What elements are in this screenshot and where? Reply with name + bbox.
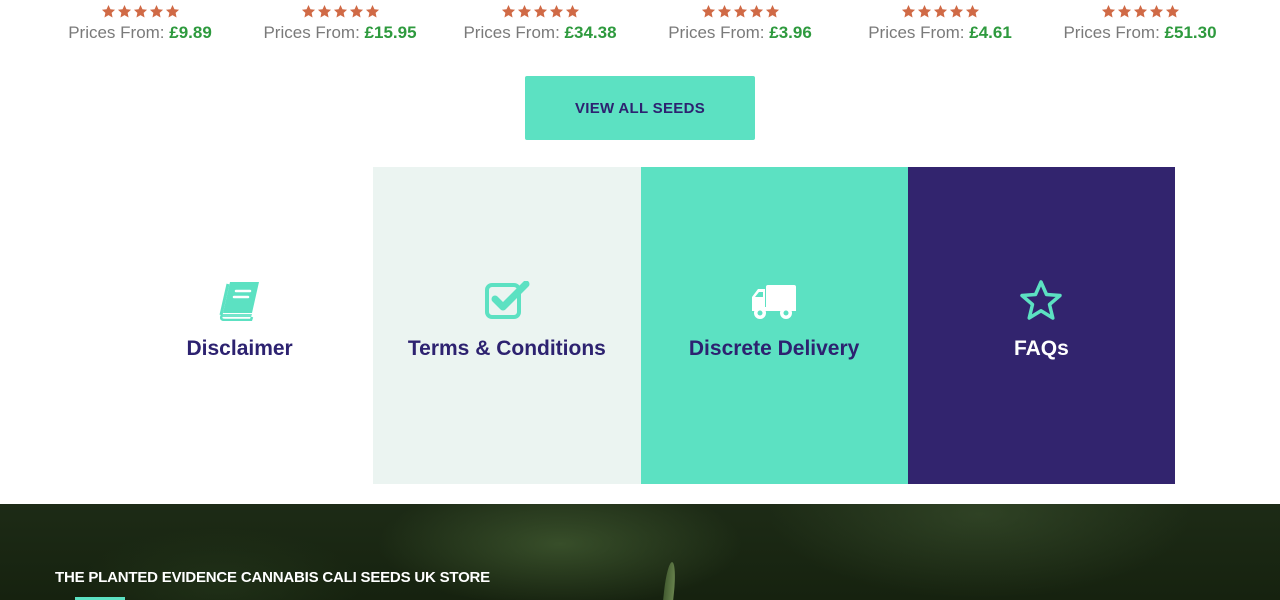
tile-disclaimer[interactable]: Disclaimer <box>106 167 374 484</box>
product-price: Prices From: £4.61 <box>840 23 1040 43</box>
tile-label: Disclaimer <box>186 337 293 360</box>
star-icon <box>733 4 747 17</box>
price-amount: £34.38 <box>564 23 617 42</box>
star-icon <box>101 4 115 17</box>
product-card[interactable]: Prices From: £9.89 <box>40 0 240 43</box>
price-amount: £51.30 <box>1164 23 1217 42</box>
price-prefix: Prices From: <box>463 23 565 42</box>
star-icon <box>517 4 531 17</box>
star-icon <box>349 4 363 17</box>
star-icon <box>365 4 379 17</box>
star-icon <box>949 4 963 17</box>
product-price: Prices From: £34.38 <box>440 23 640 43</box>
star-icon <box>301 4 315 17</box>
rating-stars <box>840 0 1040 22</box>
banner-title: THE PLANTED EVIDENCE CANNABIS CALI SEEDS… <box>55 569 490 586</box>
product-card[interactable]: Prices From: £3.96 <box>640 0 840 43</box>
product-price: Prices From: £15.95 <box>240 23 440 43</box>
view-all-seeds-label: VIEW ALL SEEDS <box>574 99 706 117</box>
star-icon <box>765 4 779 17</box>
star-icon <box>501 4 515 17</box>
star-icon <box>1149 4 1163 17</box>
product-card[interactable]: Prices From: £15.95 <box>240 0 440 43</box>
rating-stars <box>1040 0 1240 22</box>
price-prefix: Prices From: <box>263 23 365 42</box>
star-icon <box>1165 4 1179 17</box>
view-all-seeds-button[interactable]: VIEW ALL SEEDS <box>525 76 755 140</box>
product-card[interactable]: Prices From: £34.38 <box>440 0 640 43</box>
star-icon <box>965 4 979 17</box>
book-icon <box>218 277 262 321</box>
price-amount: £9.89 <box>169 23 212 42</box>
tile-faqs[interactable]: FAQs <box>907 167 1175 484</box>
info-tiles: Disclaimer Terms & Conditions Discrete D… <box>106 167 1175 484</box>
star-outline-icon <box>1019 277 1063 321</box>
star-icon <box>165 4 179 17</box>
price-prefix: Prices From: <box>868 23 970 42</box>
product-price: Prices From: £3.96 <box>640 23 840 43</box>
product-price: Prices From: £9.89 <box>40 23 240 43</box>
price-amount: £4.61 <box>969 23 1012 42</box>
star-icon <box>1101 4 1115 17</box>
product-card[interactable]: Prices From: £4.61 <box>840 0 1040 43</box>
product-price: Prices From: £51.30 <box>1040 23 1240 43</box>
price-prefix: Prices From: <box>1063 23 1165 42</box>
price-prefix: Prices From: <box>68 23 170 42</box>
star-icon <box>533 4 547 17</box>
product-card[interactable]: Prices From: £51.30 <box>1040 0 1240 43</box>
star-icon <box>1117 4 1131 17</box>
price-prefix: Prices From: <box>668 23 770 42</box>
rating-stars <box>640 0 840 22</box>
checkbox-check-icon <box>484 277 530 321</box>
rating-stars <box>240 0 440 22</box>
product-strip: Prices From: £9.89 Prices From: £15.95 P… <box>0 0 1280 52</box>
star-icon <box>933 4 947 17</box>
star-icon <box>749 4 763 17</box>
tile-label: FAQs <box>1013 337 1069 360</box>
star-icon <box>701 4 715 17</box>
store-banner: THE PLANTED EVIDENCE CANNABIS CALI SEEDS… <box>0 504 1280 600</box>
rating-stars <box>440 0 640 22</box>
star-icon <box>317 4 331 17</box>
price-amount: £15.95 <box>364 23 417 42</box>
tile-terms-conditions[interactable]: Terms & Conditions <box>373 167 641 484</box>
price-amount: £3.96 <box>769 23 812 42</box>
star-icon <box>1133 4 1147 17</box>
tile-discrete-delivery[interactable]: Discrete Delivery <box>640 167 908 484</box>
star-icon <box>133 4 147 17</box>
star-icon <box>717 4 731 17</box>
rating-stars <box>40 0 240 22</box>
star-icon <box>549 4 563 17</box>
truck-icon <box>750 277 798 321</box>
star-icon <box>901 4 915 17</box>
star-icon <box>117 4 131 17</box>
leaf-background-image <box>660 561 678 600</box>
star-icon <box>565 4 579 17</box>
tile-label: Discrete Delivery <box>688 337 860 360</box>
star-icon <box>149 4 163 17</box>
page: Prices From: £9.89 Prices From: £15.95 P… <box>0 0 1280 600</box>
tile-label: Terms & Conditions <box>407 337 606 360</box>
star-icon <box>917 4 931 17</box>
star-icon <box>333 4 347 17</box>
